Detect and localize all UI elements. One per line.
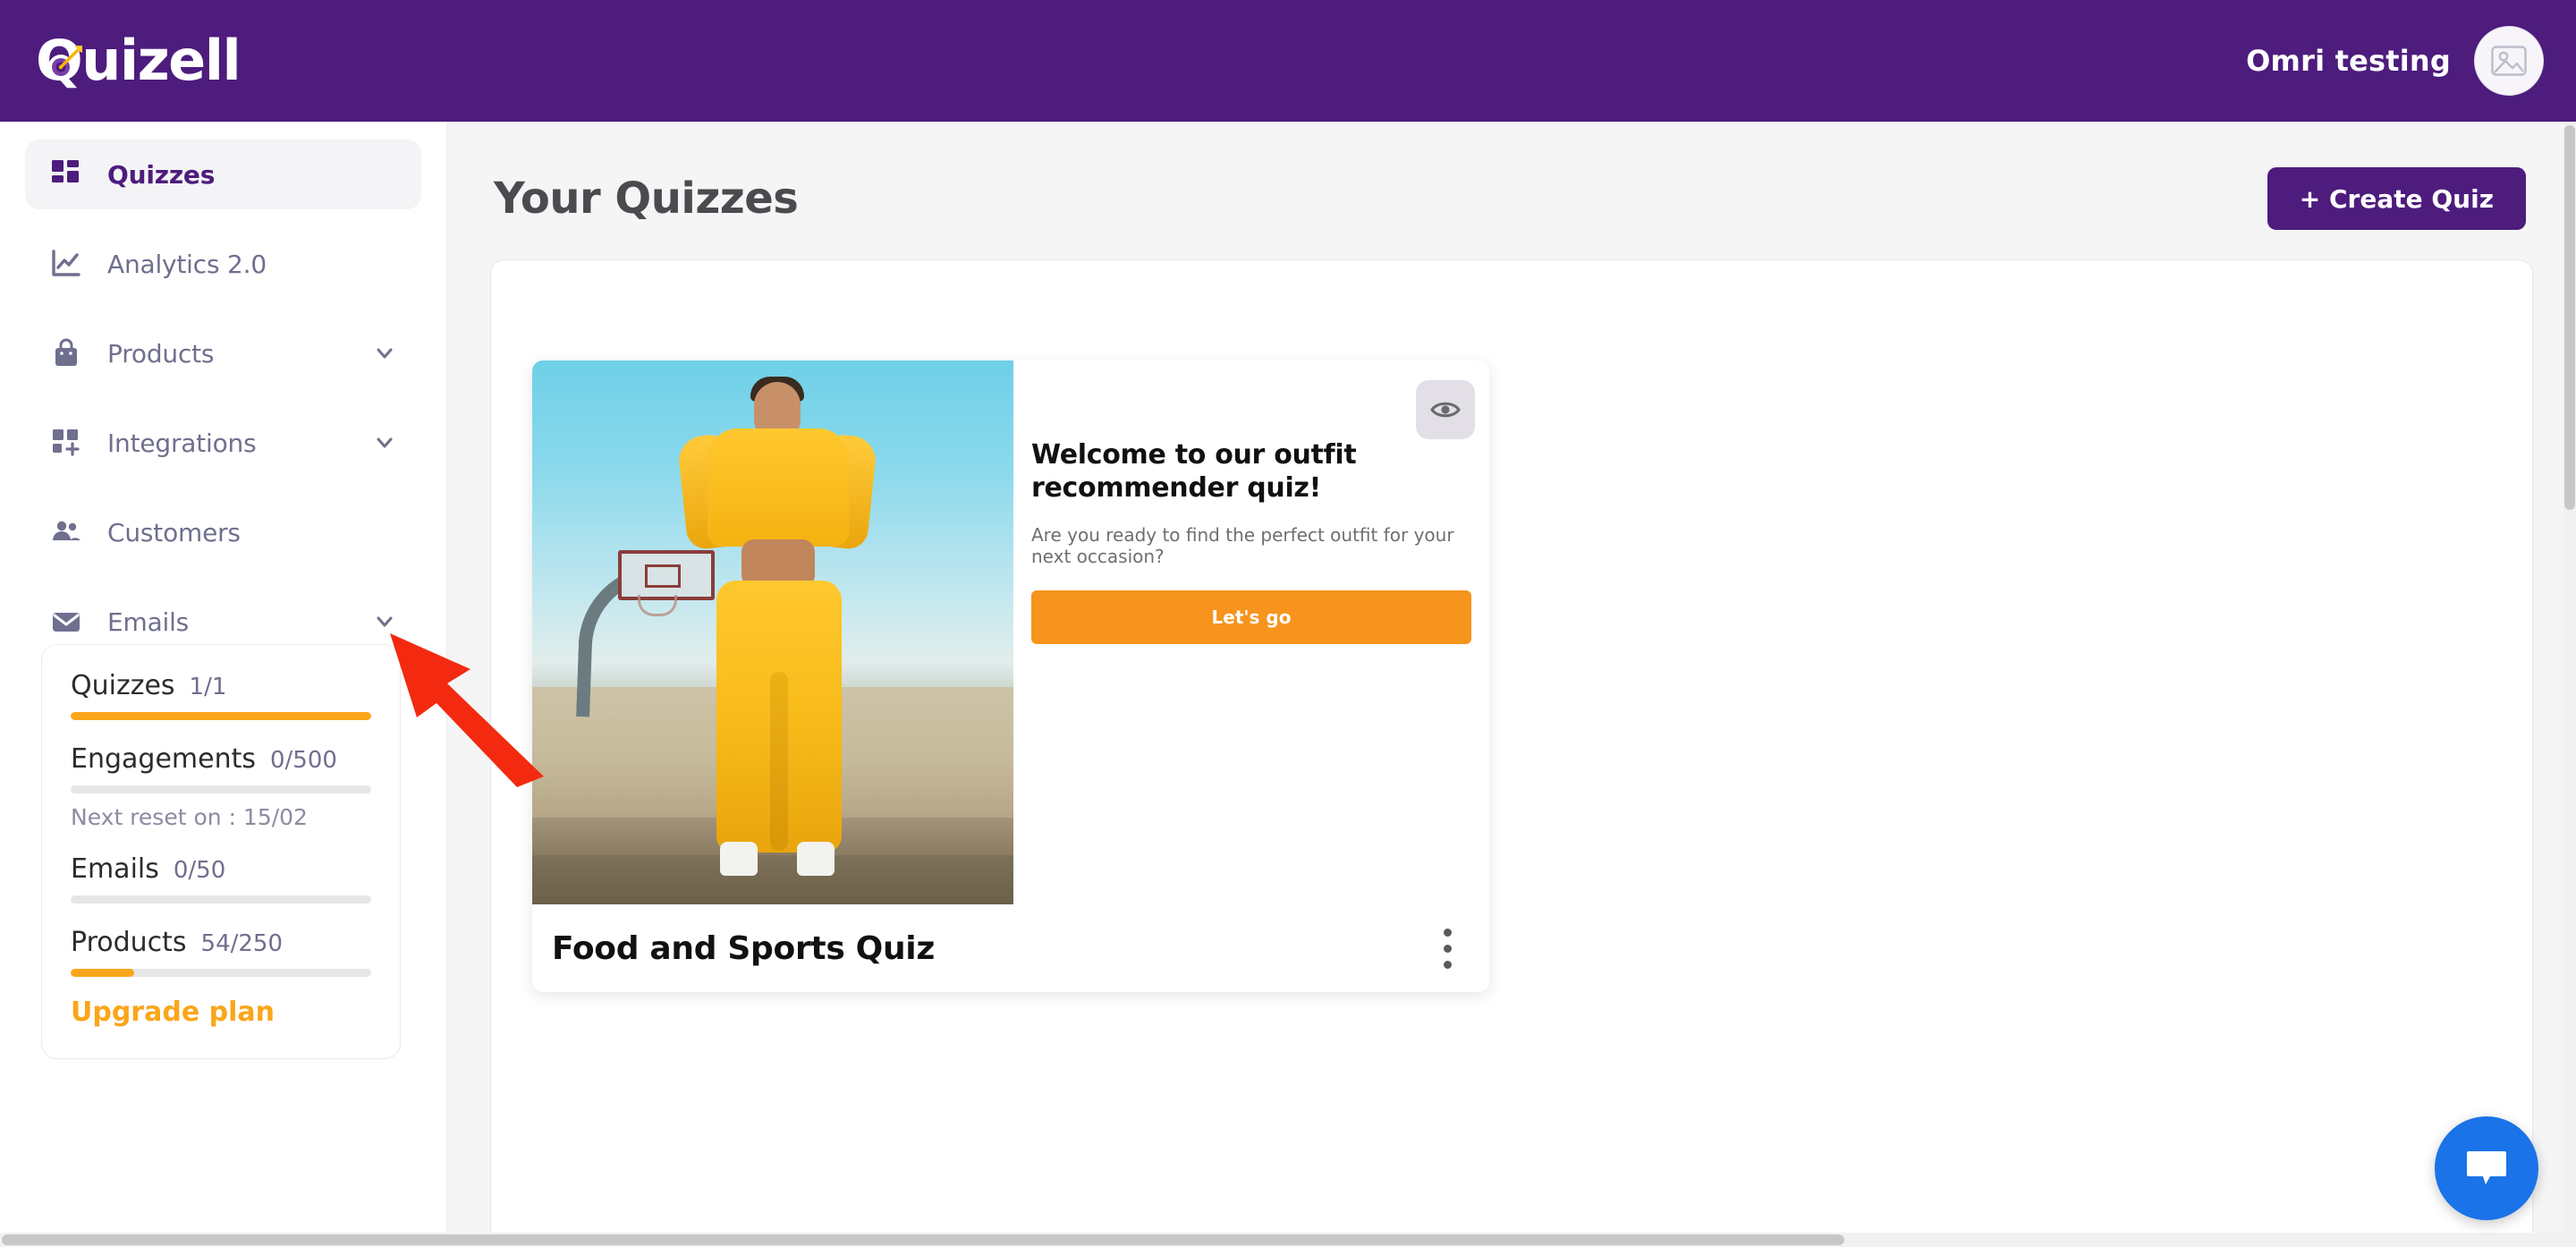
usage-progress-track	[71, 895, 371, 903]
sidebar-item-analytics[interactable]: Analytics 2.0	[25, 229, 421, 299]
brand-logo[interactable]: Quizell	[36, 28, 242, 93]
kebab-menu-icon[interactable]	[1441, 923, 1453, 974]
sidebar-item-label: Quizzes	[107, 159, 216, 190]
page-title: Your Quizzes	[494, 174, 799, 224]
quizell-dashboard: Quizell Omri testing Quizzes Analytics 2…	[0, 0, 2576, 1247]
quiz-title: Food and Sports Quiz	[552, 929, 936, 967]
avatar[interactable]	[2474, 26, 2544, 96]
quiz-preview: Welcome to our outfit recommender quiz! …	[1013, 361, 1489, 904]
quiz-card-footer: Food and Sports Quiz	[532, 904, 1489, 992]
sidebar-item-customers[interactable]: Customers	[25, 497, 421, 567]
dashboard-grid-icon	[48, 157, 84, 192]
sidebar-item-label: Products	[107, 338, 215, 369]
usage-value: 0/50	[173, 857, 226, 884]
usage-row-quizzes: Quizzes 1/1	[71, 670, 371, 720]
usage-label: Engagements	[71, 743, 256, 775]
chevron-down-icon[interactable]	[373, 610, 396, 633]
quiz-card[interactable]: Welcome to our outfit recommender quiz! …	[532, 361, 1489, 992]
main-content: Your Quizzes + Create Quiz Welcome to ou…	[447, 122, 2576, 1247]
shopping-bag-icon	[48, 335, 84, 371]
upgrade-plan-link[interactable]: Upgrade plan	[71, 997, 275, 1028]
user-name: Omri testing	[2246, 44, 2451, 78]
usage-progress-track	[71, 712, 371, 720]
sidebar-item-integrations[interactable]: Integrations	[25, 408, 421, 478]
main-header: Your Quizzes + Create Quiz	[490, 157, 2533, 240]
usage-label: Emails	[71, 853, 159, 885]
usage-value: 0/500	[269, 747, 337, 774]
chat-bubble-icon[interactable]	[2435, 1116, 2538, 1220]
people-icon	[48, 514, 84, 550]
create-quiz-button[interactable]: + Create Quiz	[2267, 167, 2526, 230]
line-chart-icon	[48, 246, 84, 282]
chevron-down-icon[interactable]	[373, 431, 396, 454]
horizontal-scrollbar-thumb[interactable]	[2, 1234, 1844, 1245]
quiz-preview-subtitle: Are you ready to find the perfect outfit…	[1031, 524, 1454, 568]
vertical-scrollbar-thumb[interactable]	[2564, 125, 2575, 510]
usage-progress-fill	[71, 712, 371, 720]
image-placeholder-icon	[2491, 46, 2527, 76]
envelope-icon	[48, 604, 84, 640]
brand-name: Quizell	[36, 28, 242, 93]
lets-go-button[interactable]: Let's go	[1031, 590, 1471, 645]
user-area[interactable]: Omri testing	[2246, 26, 2544, 96]
usage-progress-track	[71, 785, 371, 793]
eye-preview-icon[interactable]	[1416, 380, 1475, 439]
usage-progress-fill	[71, 969, 134, 977]
sidebar-item-products[interactable]: Products	[25, 318, 421, 388]
usage-label: Quizzes	[71, 670, 175, 701]
sidebar-item-quizzes[interactable]: Quizzes	[25, 140, 421, 209]
top-navigation-bar: Quizell Omri testing	[0, 0, 2576, 122]
usage-value: 1/1	[189, 674, 227, 700]
sidebar-item-label: Emails	[107, 607, 190, 637]
quiz-preview-title: Welcome to our outfit recommender quiz!	[1031, 439, 1357, 504]
usage-panel: Quizzes 1/1 Engagements 0/500 Next reset…	[41, 644, 401, 1059]
usage-label: Products	[71, 927, 187, 958]
chevron-down-icon[interactable]	[373, 342, 396, 365]
usage-reset-note: Next reset on : 15/02	[71, 804, 308, 830]
grid-plus-icon	[48, 425, 84, 461]
usage-value: 54/250	[200, 930, 284, 957]
quiz-list-panel: Welcome to our outfit recommender quiz! …	[490, 259, 2533, 1247]
usage-row-products: Products 54/250	[71, 927, 371, 977]
sidebar-item-label: Customers	[107, 517, 241, 547]
usage-row-engagements: Engagements 0/500 Next reset on : 15/02	[71, 743, 371, 830]
sidebar-item-label: Analytics 2.0	[107, 249, 267, 279]
quiz-thumbnail	[532, 361, 1013, 904]
model-figure	[661, 377, 885, 878]
usage-row-emails: Emails 0/50	[71, 853, 371, 903]
sidebar-item-label: Integrations	[107, 428, 257, 458]
usage-progress-track	[71, 969, 371, 977]
